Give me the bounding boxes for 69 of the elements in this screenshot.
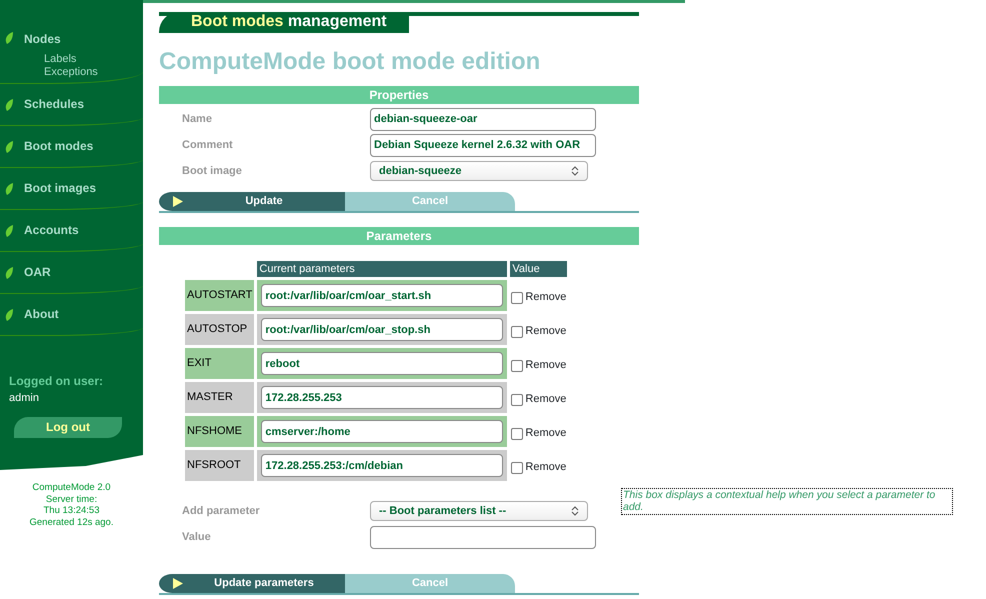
logout-button[interactable]: Log out [14,416,122,438]
nav-link[interactable]: Boot images [24,181,96,196]
nav-link[interactable]: Boot modes [24,139,94,154]
section-header: Parameters [159,227,639,245]
remove-checkbox[interactable] [511,326,524,338]
leaf-icon [4,98,14,110]
checkbox-label: Remove [525,358,566,374]
input-field[interactable]: 172.28.255.253 [261,386,504,409]
remove-checkbox[interactable] [511,292,524,304]
footer-text: Generated 12s ago. [28,516,114,528]
section-header: Properties [159,86,639,104]
parameter-name: EXIT [185,348,254,379]
nav-sublink[interactable]: Exceptions [24,66,98,78]
input-field[interactable]: 172.28.255.253:/cm/debian [261,454,504,477]
input-field[interactable]: root:/var/lib/oar/cm/oar_stop.sh [261,318,504,341]
update-button[interactable]: Update parameters [159,574,345,593]
nav-link[interactable]: Nodes [24,32,61,46]
leaf-icon [4,182,14,194]
checkbox-label: Remove [525,290,566,306]
remove-checkbox[interactable] [511,428,524,440]
play-icon [173,578,183,589]
spinner-icon [571,166,579,176]
nav-sublink[interactable]: Labels [24,52,98,66]
field-label: Add parameter [182,504,261,519]
footer-text: ComputeMode 2.0 [31,482,112,494]
spinner-icon [571,506,579,516]
nav-link[interactable]: Schedules [24,97,84,112]
field-label: Name [182,112,213,127]
nav-link[interactable]: OAR [24,265,51,280]
field-label: Comment [182,138,234,153]
column-header: Value [510,261,568,277]
footer-text: Server time: [44,494,98,505]
parameter-name: NFSHOME [185,416,254,447]
parameter-name: MASTER [185,382,254,413]
remove-checkbox[interactable] [511,394,524,406]
select-field[interactable]: -- Boot parameters list -- [370,501,588,521]
leaf-icon [4,32,14,44]
nav-link[interactable]: About [24,307,59,322]
column-header: Current parameters [257,261,508,277]
leaf-icon [4,224,14,236]
user-label: Logged on user: [8,373,104,390]
input-field[interactable]: debian-squeeze-oar [370,108,596,130]
parameter-name: AUTOSTART [185,280,254,311]
input-field[interactable]: root:/var/lib/oar/cm/oar_start.sh [261,284,504,307]
checkbox-label: Remove [525,426,566,442]
help-box: This box displays a contextual help when you select a parameter to add. [621,488,953,515]
update-button[interactable]: Update [159,192,345,211]
checkbox-label: Remove [525,324,566,340]
remove-checkbox[interactable] [511,462,524,474]
user-name: admin [8,391,40,406]
checkbox-label: Remove [525,460,566,476]
parameter-name: NFSROOT [185,450,254,481]
page-title: ComputeMode boot mode edition [159,49,542,75]
select-field[interactable]: debian-squeeze [370,161,588,181]
leaf-icon [4,266,14,278]
nav-link[interactable]: Accounts [24,223,79,238]
play-icon [173,196,183,207]
field-label: Boot image [182,164,243,179]
footer-text: Thu 13:24:53 [42,505,100,516]
input-field[interactable] [370,526,596,548]
leaf-icon [4,308,14,320]
field-label: Value [182,530,212,545]
leaf-icon [4,140,14,152]
input-field[interactable]: reboot [261,352,504,375]
input-field[interactable]: cmserver:/home [261,420,504,443]
checkbox-label: Remove [525,392,566,408]
input-field[interactable]: Debian Squeeze kernel 2.6.32 with OAR [370,134,596,156]
parameter-name: AUTOSTOP [185,314,254,345]
remove-checkbox[interactable] [511,360,524,372]
